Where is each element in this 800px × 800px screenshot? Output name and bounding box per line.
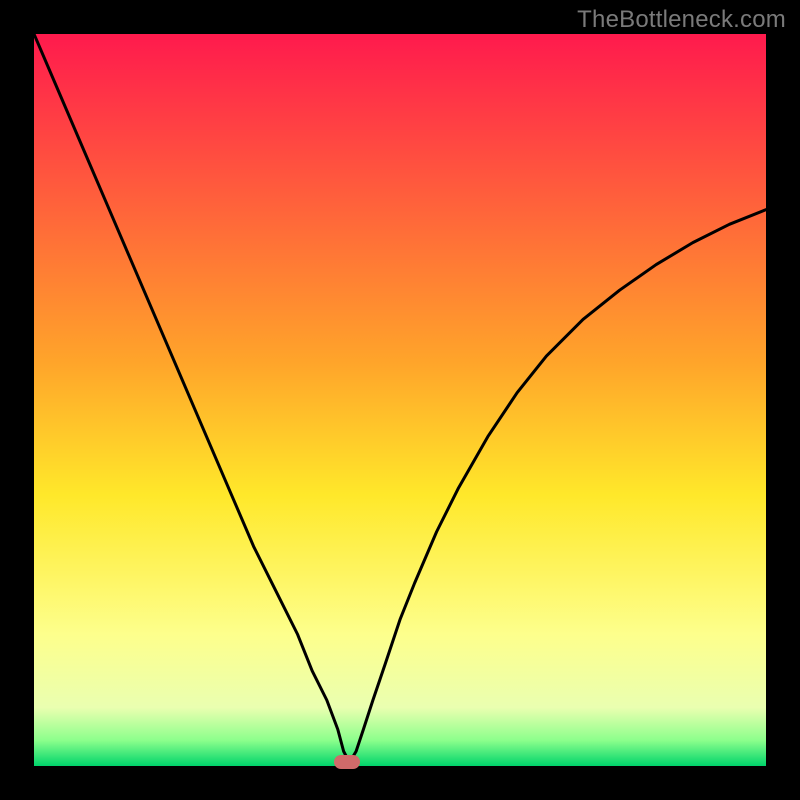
chart-frame: TheBottleneck.com	[0, 0, 800, 800]
gradient-background	[34, 34, 766, 766]
watermark-text: TheBottleneck.com	[577, 6, 786, 34]
optimal-point-marker	[334, 755, 360, 769]
chart-plot	[34, 34, 766, 766]
